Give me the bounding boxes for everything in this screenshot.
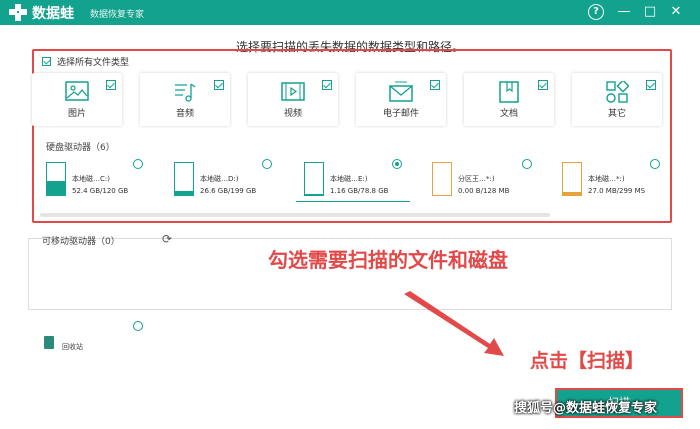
watermark-text: 搜狐号@数据蛙恢复专家 — [514, 401, 658, 416]
annotation-click-hint: 点击【扫描】 — [530, 350, 645, 372]
